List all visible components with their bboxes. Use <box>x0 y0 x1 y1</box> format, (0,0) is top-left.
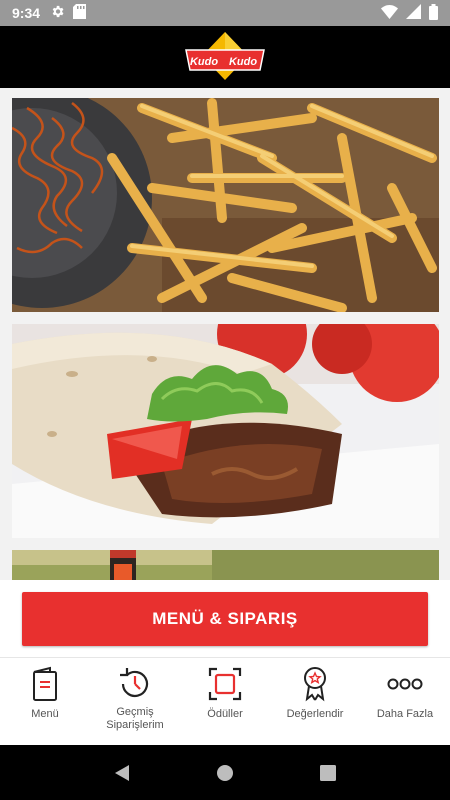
sd-card-icon <box>73 4 87 22</box>
signal-icon <box>406 4 421 22</box>
cta-area: MENÜ & SIPARIŞ <box>0 580 450 657</box>
more-icon <box>385 664 425 704</box>
rewards-icon <box>205 664 245 704</box>
home-icon[interactable] <box>205 753 245 793</box>
back-icon[interactable] <box>102 753 142 793</box>
wrap-image <box>12 324 439 538</box>
fries-image <box>12 98 439 312</box>
food-feed[interactable] <box>0 88 450 580</box>
history-icon <box>115 664 155 704</box>
nav-item-history[interactable]: Geçmiş Siparişlerim <box>90 658 180 745</box>
nav-item-menu[interactable]: Menü <box>0 658 90 745</box>
menu-book-icon <box>25 664 65 704</box>
status-time: 9:34 <box>12 5 41 21</box>
logo-text-right: Kudo <box>229 56 257 68</box>
app-header: Kudo Kudo <box>0 26 450 88</box>
wifi-icon <box>381 4 398 22</box>
kudo-logo[interactable]: Kudo Kudo <box>180 30 270 84</box>
nav-item-rewards[interactable]: Ödüller <box>180 658 270 745</box>
status-bar: 9:34 <box>0 0 450 26</box>
recents-icon[interactable] <box>308 753 348 793</box>
drink-image <box>12 550 439 580</box>
system-nav-bar <box>0 745 450 800</box>
nav-item-more[interactable]: Daha Fazla <box>360 658 450 745</box>
nav-label-menu: Menü <box>31 708 59 720</box>
drink-card[interactable] <box>12 550 439 580</box>
battery-icon <box>429 3 438 23</box>
rating-badge-icon <box>295 664 335 704</box>
nav-label-more: Daha Fazla <box>376 708 434 720</box>
nav-item-rate[interactable]: Değerlendir <box>270 658 360 745</box>
bottom-nav: Menü Geçmiş Siparişlerim Ödüller Değerle… <box>0 657 450 745</box>
nav-label-rewards: Ödüller <box>207 708 243 720</box>
gear-icon <box>50 4 65 22</box>
menu-order-button[interactable]: MENÜ & SIPARIŞ <box>22 592 428 646</box>
nav-label-history: Geçmiş Siparişlerim <box>106 706 164 731</box>
nav-label-rate: Değerlendir <box>286 708 344 720</box>
logo-text-left: Kudo <box>190 56 218 68</box>
fries-card[interactable] <box>12 98 439 312</box>
wrap-card[interactable] <box>12 324 439 538</box>
